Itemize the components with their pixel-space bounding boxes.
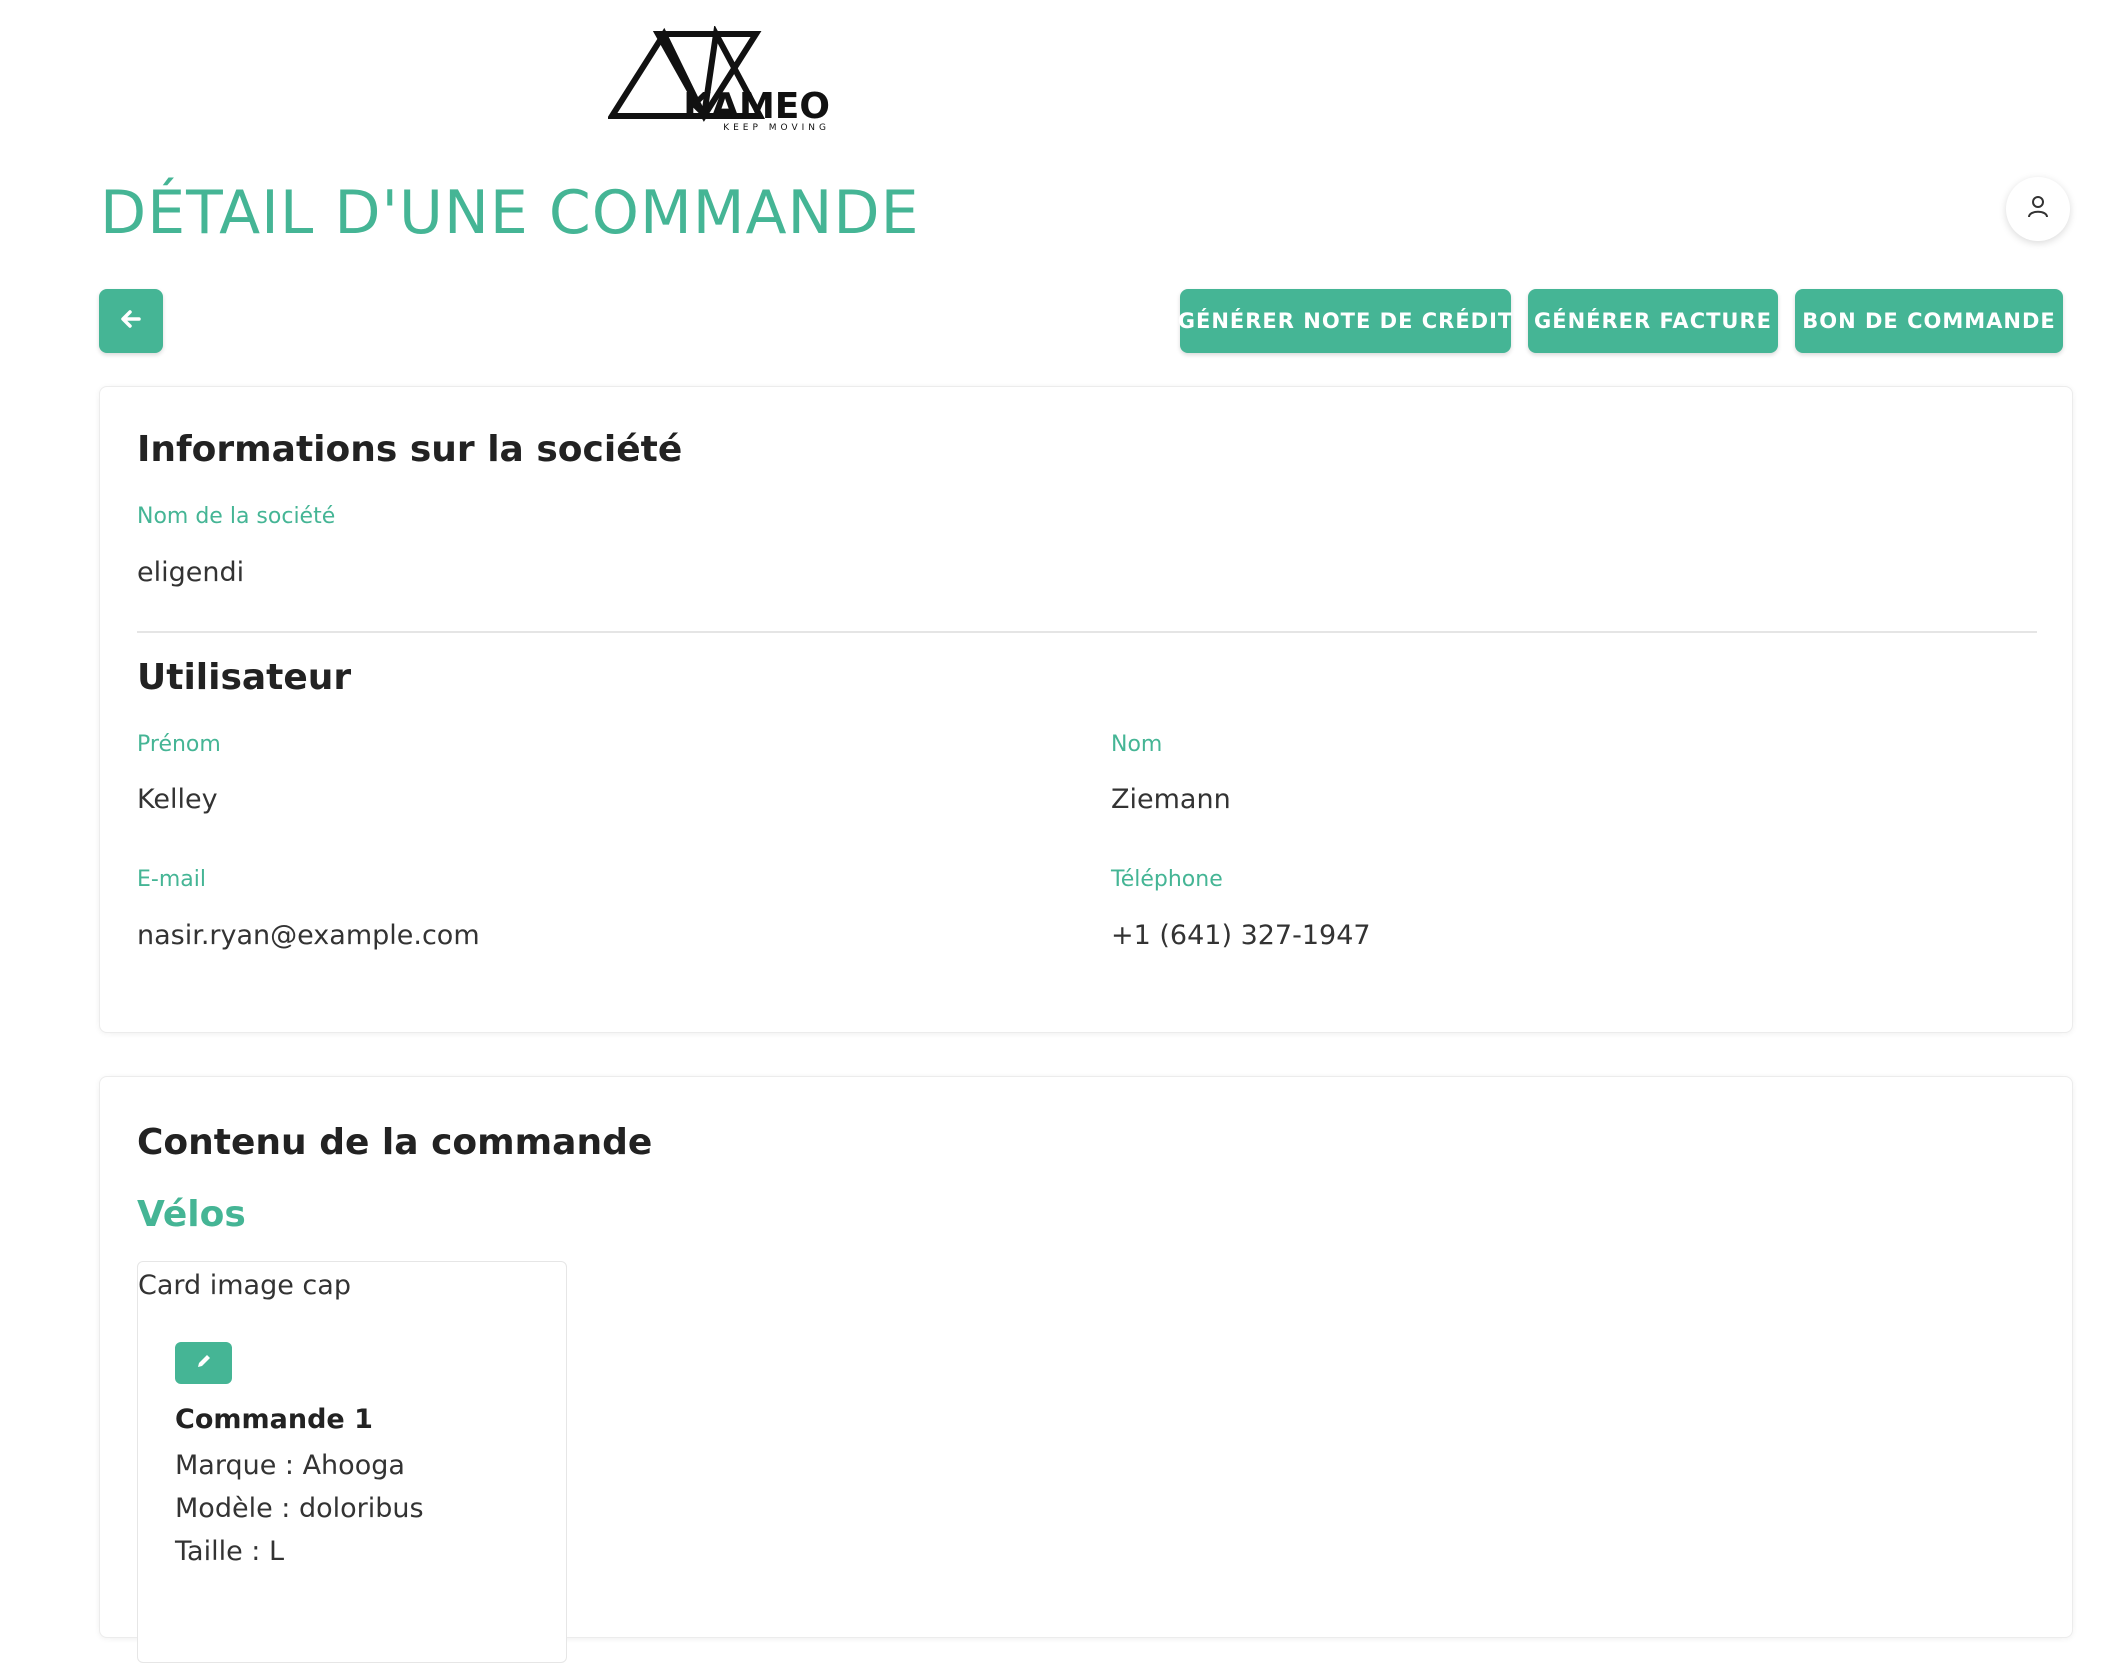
company-name-value: eligendi [137,557,245,588]
first-name-label: Prénom [137,732,221,757]
bike-model: Modèle : doloribus [175,1493,424,1524]
user-section-title: Utilisateur [137,657,352,698]
page-title: DÉTAIL D'UNE COMMANDE [100,178,920,248]
user-icon [2027,195,2049,223]
phone-label: Téléphone [1111,867,1223,892]
bike-card: Card image cap Commande 1 Marque : Ahoog… [137,1261,567,1663]
company-name-label: Nom de la société [137,504,336,529]
last-name-label: Nom [1111,732,1163,757]
last-name-value: Ziemann [1111,784,1231,815]
logo-tagline-text: KEEP MOVING [723,123,830,132]
edit-bike-button[interactable] [175,1342,232,1384]
order-content-card: Contenu de la commande Vélos Card image … [99,1076,2073,1663]
order-section-title: Contenu de la commande [137,1122,653,1163]
company-section-title: Informations sur la société [137,429,683,470]
back-button[interactable] [99,289,163,353]
generate-credit-note-button[interactable]: GÉNÉRER NOTE DE CRÉDIT [1178,289,1512,353]
phone-value: +1 (641) 327-1947 [1111,920,1371,951]
purchase-order-button[interactable]: BON DE COMMANDE [1795,289,2063,353]
email-value: nasir.ryan@example.com [137,920,480,951]
kameo-logo[interactable]: KAMEO KEEP MOVING [606,24,844,133]
bike-card-title: Commande 1 [175,1404,373,1435]
company-user-card: Informations sur la société Nom de la so… [99,386,2073,1033]
bikes-title: Vélos [137,1194,246,1235]
bike-size: Taille : L [175,1536,284,1567]
pencil-icon [195,1352,213,1374]
generate-invoice-button[interactable]: GÉNÉRER FACTURE [1528,289,1778,353]
first-name-value: Kelley [137,784,218,815]
email-label: E-mail [137,867,206,892]
logo-brand-text: KAMEO [683,86,830,127]
bike-brand: Marque : Ahooga [175,1450,405,1481]
card-image-alt: Card image cap [138,1270,351,1301]
user-menu-button[interactable] [2006,177,2070,241]
arrow-left-icon [120,308,142,335]
section-divider [137,631,2037,633]
